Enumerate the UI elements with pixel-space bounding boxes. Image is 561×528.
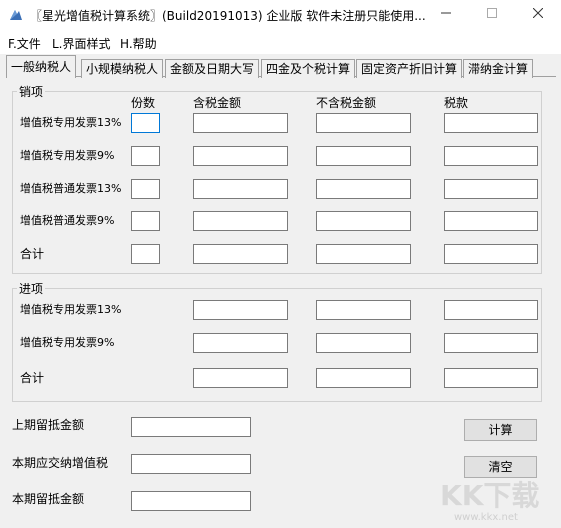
vat-payable-label: 本期应交纳增值税 xyxy=(12,456,109,470)
sales-row-label: 增值税普通发票13% xyxy=(20,182,122,195)
purchase-tax-input[interactable] xyxy=(444,333,538,353)
vat-payable-input[interactable] xyxy=(131,454,251,474)
purchase-tax-exclusive-input[interactable] xyxy=(316,333,411,353)
purchase-tax-exclusive-input[interactable] xyxy=(316,300,411,320)
menu-file[interactable]: F.文件 xyxy=(8,35,41,52)
sales-tax-input[interactable] xyxy=(444,179,538,199)
purchase-total-tax-inclusive-input[interactable] xyxy=(193,368,288,388)
sales-tax-exclusive-input[interactable] xyxy=(316,211,411,231)
sales-total-label: 合计 xyxy=(20,247,45,261)
sales-tax-exclusive-input[interactable] xyxy=(316,179,411,199)
sales-tax-exclusive-input[interactable] xyxy=(316,113,411,133)
sales-tax-inclusive-input[interactable] xyxy=(193,113,288,133)
maximize-button[interactable] xyxy=(469,0,515,30)
prev-credit-input[interactable] xyxy=(131,417,251,437)
sales-tax-input[interactable] xyxy=(444,146,538,166)
purchase-total-label: 合计 xyxy=(20,371,45,385)
prev-credit-label: 上期留抵金额 xyxy=(12,418,85,432)
app-icon xyxy=(10,10,22,20)
purchase-row-label: 增值税专用发票9% xyxy=(20,336,115,349)
purchase-tax-inclusive-input[interactable] xyxy=(193,300,288,320)
purchase-row-label: 增值税专用发票13% xyxy=(20,303,122,316)
minimize-button[interactable] xyxy=(423,0,469,30)
menu-style[interactable]: L.界面样式 xyxy=(52,35,111,52)
sales-tax-inclusive-input[interactable] xyxy=(193,179,288,199)
sales-total-count-input[interactable] xyxy=(131,244,160,264)
sales-count-input[interactable] xyxy=(131,113,160,133)
purchase-total-tax-input[interactable] xyxy=(444,368,538,388)
window-title: 〖星光增值税计算系统〗(Build20191013) 企业版 软件未注册只能使用… xyxy=(30,9,426,23)
sales-tax-inclusive-input[interactable] xyxy=(193,146,288,166)
watermark-logo: KK下载 xyxy=(440,479,540,512)
minimize-icon xyxy=(441,12,451,14)
sales-group-label: 销项 xyxy=(17,83,46,100)
sales-tax-input[interactable] xyxy=(444,113,538,133)
calculate-button[interactable]: 计算 xyxy=(464,419,537,441)
sales-total-tax-exclusive-input[interactable] xyxy=(316,244,411,264)
sales-tax-exclusive-input[interactable] xyxy=(316,146,411,166)
sales-tax-inclusive-input[interactable] xyxy=(193,211,288,231)
watermark-url: www.kkx.net xyxy=(454,512,518,523)
curr-credit-label: 本期留抵金额 xyxy=(12,492,85,506)
purchase-total-tax-exclusive-input[interactable] xyxy=(316,368,411,388)
maximize-icon xyxy=(487,8,497,18)
curr-credit-input[interactable] xyxy=(131,491,251,511)
sales-tax-input[interactable] xyxy=(444,211,538,231)
tab-funds-income-tax[interactable]: 四金及个税计算 xyxy=(261,59,356,78)
tab-small-scale-taxpayer[interactable]: 小规模纳税人 xyxy=(81,59,164,78)
header-tax-exclusive: 不含税金额 xyxy=(316,96,377,110)
purchase-tax-inclusive-input[interactable] xyxy=(193,333,288,353)
sales-row-label: 增值税专用发票9% xyxy=(20,149,115,162)
tab-amount-date-uppercase[interactable]: 金额及日期大写 xyxy=(165,59,260,78)
sales-row-label: 增值税普通发票9% xyxy=(20,214,115,227)
tab-late-fee[interactable]: 滞纳金计算 xyxy=(463,59,534,78)
sales-count-input[interactable] xyxy=(131,146,160,166)
tab-asset-depreciation[interactable]: 固定资产折旧计算 xyxy=(356,59,463,78)
tab-general-taxpayer[interactable]: 一般纳税人 xyxy=(6,55,77,78)
sales-count-input[interactable] xyxy=(131,179,160,199)
header-tax-inclusive: 含税金额 xyxy=(193,96,242,110)
purchase-tax-input[interactable] xyxy=(444,300,538,320)
close-button[interactable] xyxy=(515,0,561,30)
close-icon xyxy=(532,7,544,19)
purchase-group-label: 进项 xyxy=(17,280,46,297)
menu-help[interactable]: H.帮助 xyxy=(120,35,157,52)
sales-count-input[interactable] xyxy=(131,211,160,231)
header-count: 份数 xyxy=(131,96,156,110)
sales-row-label: 增值税专用发票13% xyxy=(20,116,122,129)
header-tax: 税款 xyxy=(444,96,469,110)
sales-total-tax-inclusive-input[interactable] xyxy=(193,244,288,264)
sales-total-tax-input[interactable] xyxy=(444,244,538,264)
